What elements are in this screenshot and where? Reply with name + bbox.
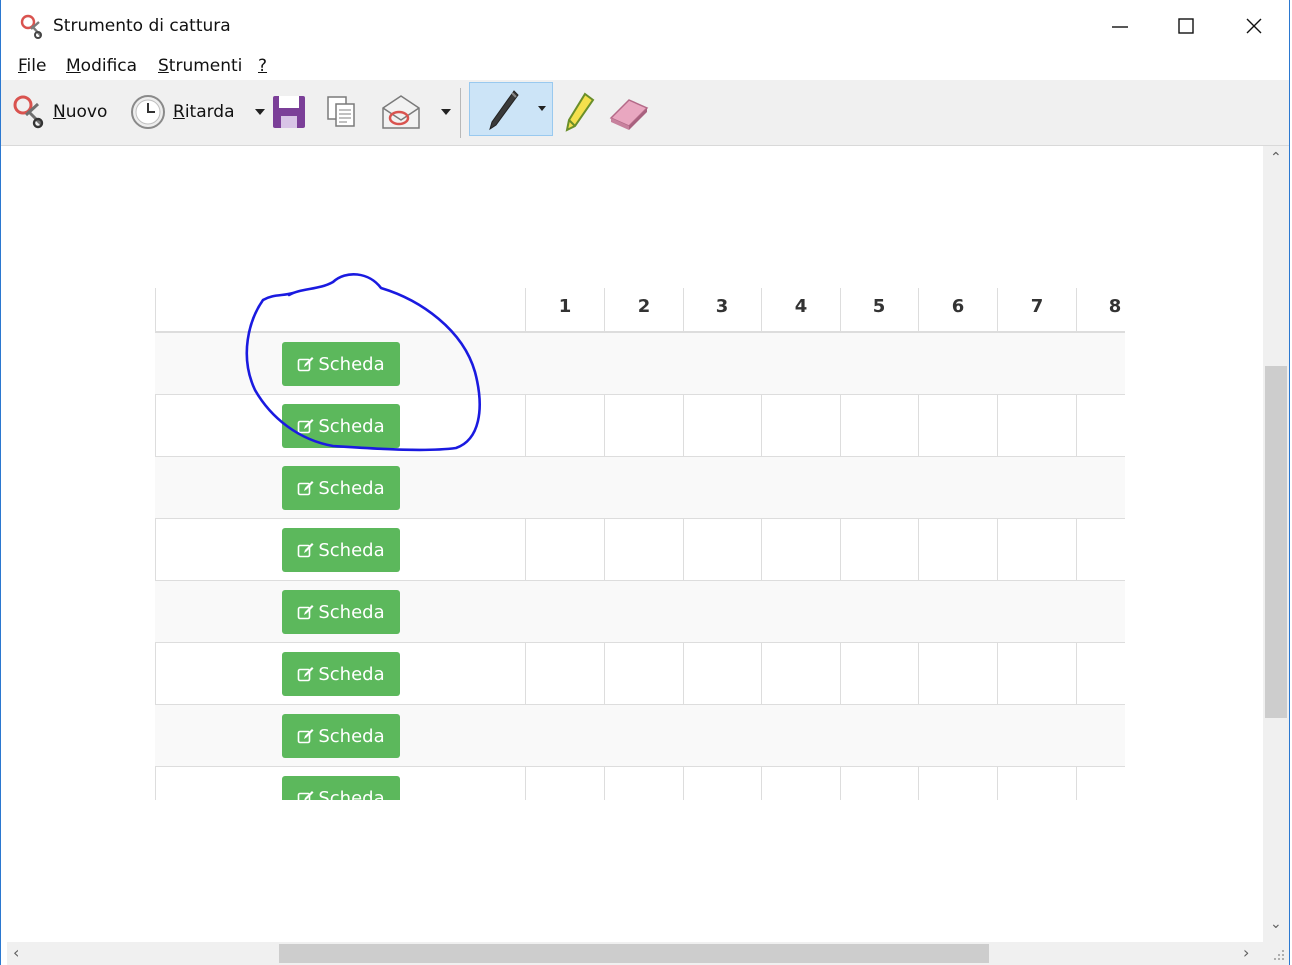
horizontal-scroll-thumb[interactable]: [279, 944, 989, 963]
scroll-right-icon[interactable]: ›: [1243, 943, 1249, 962]
window-title: Strumento di cattura: [53, 16, 231, 36]
edit-icon: [298, 542, 314, 557]
delay-button[interactable]: Ritarda: [129, 90, 265, 134]
pen-icon: [489, 90, 519, 131]
scroll-down-icon[interactable]: ⌄: [1270, 916, 1282, 932]
clock-icon: [131, 95, 165, 129]
menu-modifica[interactable]: Modifica: [66, 56, 137, 76]
vertical-scroll-thumb[interactable]: [1265, 366, 1287, 718]
edit-icon: [298, 728, 314, 743]
edit-icon: [298, 356, 314, 371]
minimize-icon: [1112, 26, 1128, 28]
scheda-button[interactable]: Scheda: [282, 528, 400, 572]
close-icon: [1246, 18, 1262, 34]
copy-icon: [327, 96, 355, 127]
menu-help[interactable]: ?: [258, 56, 267, 76]
table-row: Scheda: [155, 457, 1125, 519]
new-button[interactable]: Nuovo: [11, 90, 107, 134]
captured-table: 1 2 3 4 5 6 7 8 Scheda Scheda Scheda Sch…: [155, 288, 1125, 800]
scheda-button[interactable]: Scheda: [282, 466, 400, 510]
capture-area: 1 2 3 4 5 6 7 8 Scheda Scheda Scheda Sch…: [7, 146, 1263, 942]
edit-icon: [298, 480, 314, 495]
toolbar-separator: [460, 88, 461, 138]
close-button[interactable]: [1221, 0, 1287, 52]
table-row: Scheda: [155, 333, 1125, 395]
vertical-scrollbar[interactable]: ⌃ ⌄: [1263, 146, 1289, 942]
chevron-down-icon[interactable]: [441, 109, 451, 115]
column-header: 2: [637, 296, 651, 317]
pen-button[interactable]: [469, 82, 553, 136]
horizontal-scrollbar[interactable]: ‹ ›: [7, 942, 1263, 965]
save-button[interactable]: [271, 90, 307, 134]
menu-strumenti[interactable]: Strumenti: [158, 56, 242, 76]
table-row: Scheda: [155, 581, 1125, 643]
highlighter-icon: [565, 92, 595, 132]
table-row: Scheda: [155, 767, 1125, 800]
column-header: 8: [1108, 296, 1122, 317]
menu-file[interactable]: File: [18, 56, 46, 76]
send-email-icon: [382, 95, 420, 129]
chevron-down-icon[interactable]: [538, 106, 546, 111]
column-header: 1: [558, 296, 572, 317]
resize-grip-icon[interactable]: [1263, 942, 1289, 965]
edit-icon: [298, 418, 314, 433]
scissors-icon: [13, 95, 44, 129]
scroll-up-icon[interactable]: ⌃: [1270, 150, 1282, 166]
scroll-left-icon[interactable]: ‹: [13, 943, 19, 962]
eraser-button[interactable]: [607, 90, 651, 134]
send-email-button[interactable]: [379, 90, 451, 134]
copy-button[interactable]: [325, 90, 357, 134]
scheda-button[interactable]: Scheda: [282, 652, 400, 696]
scheda-button[interactable]: Scheda: [282, 404, 400, 448]
edit-icon: [298, 666, 314, 681]
edit-icon: [298, 604, 314, 619]
save-icon: [273, 96, 305, 128]
column-header: 6: [951, 296, 965, 317]
table-row: Scheda: [155, 643, 1125, 705]
snipping-tool-window: Strumento di cattura File Modifica Strum…: [0, 0, 1290, 965]
menu-bar: File Modifica Strumenti ?: [1, 52, 1289, 80]
table-row: Scheda: [155, 395, 1125, 457]
minimize-button[interactable]: [1087, 0, 1153, 52]
title-bar: Strumento di cattura: [1, 0, 1289, 52]
column-header: 3: [715, 296, 729, 317]
maximize-button[interactable]: [1153, 0, 1219, 52]
scissors-icon: [20, 14, 42, 39]
highlighter-button[interactable]: [561, 90, 597, 134]
scheda-button[interactable]: Scheda: [282, 776, 400, 800]
column-header: 7: [1030, 296, 1044, 317]
eraser-icon: [609, 99, 649, 130]
maximize-icon: [1178, 18, 1194, 34]
scheda-button[interactable]: Scheda: [282, 714, 400, 758]
chevron-down-icon[interactable]: [254, 109, 265, 115]
edit-icon: [298, 790, 314, 800]
scheda-button[interactable]: Scheda: [282, 342, 400, 386]
scheda-button[interactable]: Scheda: [282, 590, 400, 634]
table-row: Scheda: [155, 519, 1125, 581]
column-header: 5: [872, 296, 886, 317]
table-row: Scheda: [155, 705, 1125, 767]
column-header: 4: [794, 296, 808, 317]
